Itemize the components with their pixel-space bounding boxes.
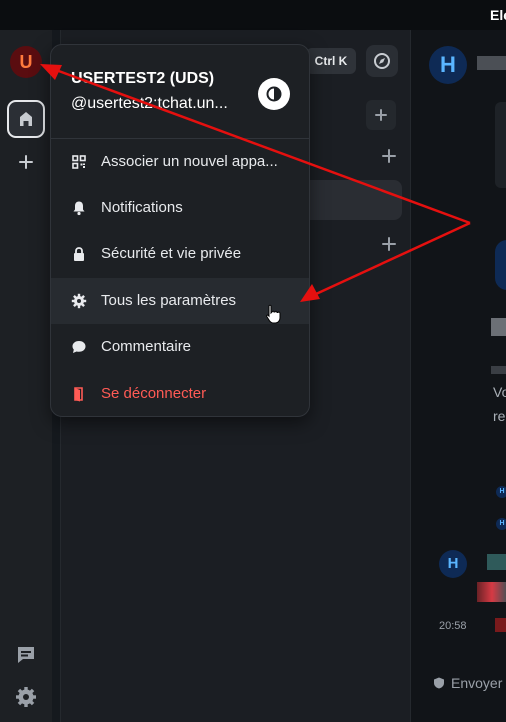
blurred-name	[491, 318, 506, 336]
message-snippet: Vo	[493, 384, 506, 400]
shield-icon	[434, 677, 444, 689]
qr-code-icon	[72, 155, 86, 169]
read-receipt-avatar: H	[496, 486, 506, 498]
section-add-icon[interactable]	[381, 148, 397, 164]
menu-item-label: Tous les paramètres	[101, 292, 237, 309]
search-shortcut-badge[interactable]: Ctrl K	[306, 48, 356, 74]
avatar-partial	[495, 240, 506, 290]
blurred-text	[491, 366, 506, 374]
message-composer[interactable]: Envoyer	[433, 675, 502, 691]
message-card	[495, 102, 506, 188]
section-add-icon[interactable]	[381, 236, 397, 252]
blurred-sender	[487, 554, 506, 570]
menu-item-label: Se déconnecter	[101, 385, 207, 402]
add-room-button[interactable]	[366, 100, 396, 130]
menu-item-label: Associer un nouvel appa...	[101, 153, 278, 170]
user-avatar-button[interactable]: U	[10, 46, 42, 78]
menu-item-security[interactable]: Sécurité et vie privée	[51, 231, 309, 277]
user-menu: USERTEST2 (UDS) @usertest2:tchat.un... A…	[50, 44, 310, 417]
gear-icon[interactable]	[15, 686, 37, 708]
menu-item-notifications[interactable]: Notifications	[51, 185, 309, 231]
explore-rooms-button[interactable]	[366, 45, 398, 77]
blurred-content	[477, 582, 506, 602]
message-timestamp: 20:58	[439, 620, 467, 632]
plus-icon	[375, 109, 387, 121]
gear-icon	[71, 293, 87, 309]
theme-toggle-button[interactable]	[258, 78, 290, 110]
menu-item-sign-out[interactable]: Se déconnecter	[51, 371, 309, 417]
menu-item-label: Notifications	[101, 199, 183, 216]
add-space-icon[interactable]	[16, 152, 36, 172]
sign-out-icon	[74, 387, 83, 402]
window-title: Ele	[490, 7, 506, 23]
sender-avatar[interactable]: H	[439, 550, 467, 578]
menu-item-feedback[interactable]: Commentaire	[51, 324, 309, 370]
blurred-content	[495, 618, 506, 632]
room-avatar[interactable]: H	[429, 46, 467, 84]
menu-item-all-settings[interactable]: Tous les paramètres	[51, 278, 309, 324]
home-button[interactable]	[7, 100, 45, 138]
timeline-panel: H Vo re H H H 20:58 Envoyer	[410, 30, 506, 722]
speech-bubble-icon	[72, 341, 86, 353]
menu-item-label: Sécurité et vie privée	[101, 245, 242, 262]
title-bar: Ele	[0, 0, 506, 30]
user-mxid: @usertest2:tchat.un...	[71, 95, 228, 112]
user-display-name: USERTEST2 (UDS)	[71, 70, 215, 87]
home-icon	[20, 112, 32, 126]
bell-icon	[73, 201, 85, 216]
menu-item-link-device[interactable]: Associer un nouvel appa...	[51, 139, 309, 185]
composer-placeholder: Envoyer	[451, 675, 503, 691]
room-name-blurred	[477, 56, 506, 70]
compass-icon	[374, 53, 390, 69]
message-snippet: re	[493, 408, 506, 424]
contrast-icon	[266, 86, 282, 102]
chat-bubble-icon[interactable]	[15, 644, 37, 666]
spaces-rail: U	[0, 30, 52, 722]
menu-item-label: Commentaire	[101, 338, 192, 355]
read-receipt-avatar: H	[496, 518, 506, 530]
lock-icon	[74, 247, 84, 261]
